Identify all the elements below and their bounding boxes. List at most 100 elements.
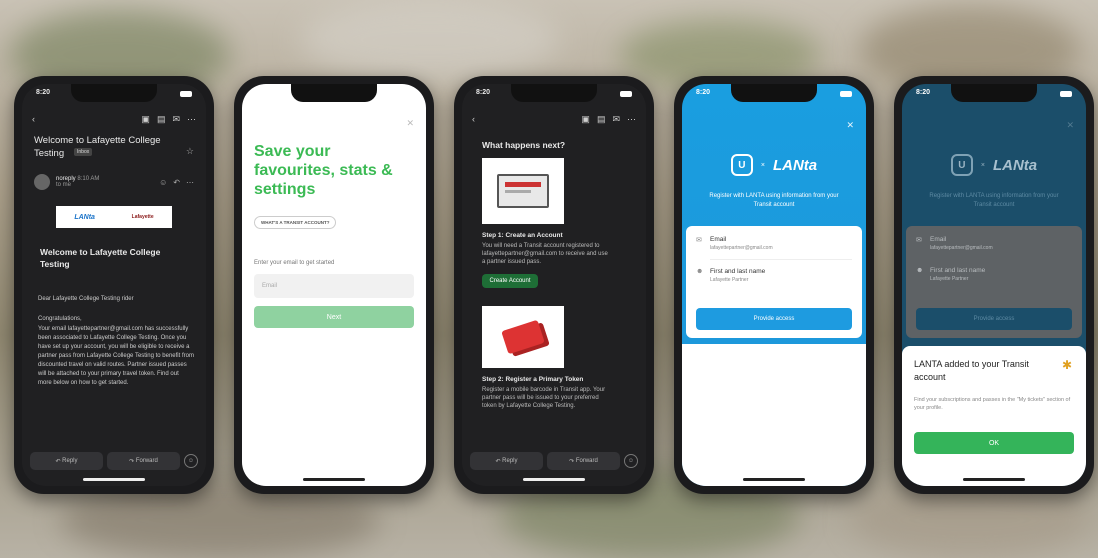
notch	[291, 84, 377, 102]
battery-icon	[620, 91, 632, 97]
home-indicator	[83, 478, 145, 481]
email-label: Email	[710, 236, 727, 243]
status-time: 8:20	[36, 89, 51, 96]
forward-label: Forward	[135, 458, 158, 464]
forward-label: Forward	[575, 458, 598, 464]
screen: 8:20 ✕ U × LANta Register with LANTA usi…	[682, 84, 866, 486]
create-account-button[interactable]: Create Account	[482, 274, 538, 288]
email-prompt: Enter your email to get started	[254, 260, 335, 266]
status-bar: 8:20	[22, 89, 206, 101]
more-icon[interactable]: ⋯	[187, 114, 196, 124]
intro-text: Register with LANTA using information fr…	[709, 193, 839, 208]
more-icon[interactable]: ⋯	[186, 178, 194, 187]
email-body: Your email lafayettepartner@gmail.com ha…	[38, 326, 194, 386]
reply-label: Reply	[62, 458, 78, 464]
status-time: 8:20	[476, 89, 491, 96]
confirmation-sheet: LANTA added to your Transit account ✱ Fi…	[902, 346, 1086, 486]
step1-body: You will need a Transit account register…	[482, 243, 608, 265]
forward-button[interactable]: ↷ Forward	[107, 452, 180, 470]
back-icon[interactable]: ‹	[472, 114, 475, 125]
reply-button[interactable]: ↶ Reply	[30, 452, 103, 470]
sender-time: 8:10 AM	[77, 176, 100, 182]
close-icon[interactable]: ✕	[406, 118, 414, 129]
reply-button[interactable]: ↶ Reply	[470, 452, 543, 470]
email-value: lafayettepartner@gmail.com	[930, 245, 993, 251]
name-value: Lafayette Partner	[710, 277, 749, 283]
email-input[interactable]: Email	[254, 274, 414, 298]
delete-icon[interactable]: ▤	[157, 114, 166, 124]
archive-icon[interactable]: ▣	[581, 114, 590, 124]
archive-icon[interactable]: ▣	[141, 114, 150, 124]
emoji-react-button[interactable]: ☺	[184, 454, 198, 468]
email-banner: LANta Lafayette	[56, 206, 172, 228]
status-bar: 8:20	[902, 89, 1086, 101]
emoji-react-button[interactable]: ☺	[624, 454, 638, 468]
mail-icon[interactable]: ✉	[612, 114, 620, 124]
provide-access-button[interactable]: Provide access	[696, 308, 852, 330]
delete-icon[interactable]: ▤	[597, 114, 606, 124]
card-icon	[501, 319, 545, 355]
screen: 8:20 ✕ U × LANta Register with LANTA usi…	[902, 84, 1086, 486]
home-indicator	[523, 478, 585, 481]
lafayette-logo: Lafayette	[131, 214, 154, 220]
email-actions: ↶ Reply ↷ Forward ☺	[30, 452, 198, 470]
lanta-logo: LANta	[74, 213, 95, 221]
laptop-icon	[497, 174, 549, 208]
screen: 8:20 ‹ ▣ ▤ ✉ ⋯ Welcome to Lafayette College…	[22, 84, 206, 486]
star-icon[interactable]: ☆	[186, 146, 194, 160]
ok-label: OK	[988, 439, 1000, 447]
laptop-illustration	[482, 158, 564, 224]
email-congrats: Congratulations,	[38, 316, 82, 322]
phone-lanta-added: 8:20 ✕ U × LANta Register with LANTA usi…	[894, 76, 1094, 494]
email-label: Email	[930, 236, 947, 243]
email-value: lafayettepartner@gmail.com	[710, 245, 773, 251]
mail-icon[interactable]: ✉	[172, 114, 180, 124]
close-icon[interactable]: ✕	[846, 120, 854, 131]
token-illustration	[482, 306, 564, 368]
screen: ✕ Save your favourites, stats & settings…	[242, 84, 426, 486]
mail-toolbar: ‹ ▣ ▤ ✉ ⋯	[472, 114, 636, 125]
next-label: Next	[326, 313, 342, 321]
whats-transit-account-button[interactable]: WHAT'S A TRANSIT ACCOUNT?	[254, 216, 337, 229]
next-button[interactable]: Next	[254, 306, 414, 328]
plus-icon: ×	[980, 161, 985, 169]
email-placeholder: Email	[262, 283, 278, 289]
intro-text: Register with LANTA using information fr…	[929, 193, 1059, 208]
brand-lockup: U × LANta	[902, 154, 1086, 176]
email-icon: ✉	[916, 237, 922, 244]
reply-label: Reply	[502, 458, 518, 464]
lanta-logo: LANta	[992, 156, 1038, 174]
step1-title: Step 1: Create an Account	[482, 232, 563, 239]
lanta-logo: LANta	[772, 156, 818, 174]
provide-access-label: Provide access	[753, 316, 795, 322]
battery-icon	[1060, 91, 1072, 97]
status-time: 8:20	[916, 89, 931, 96]
transit-logo-icon: U	[730, 154, 753, 176]
reply-icon[interactable]: ↶	[173, 178, 180, 187]
email-icon: ✉	[696, 237, 702, 244]
back-icon[interactable]: ‹	[32, 114, 35, 125]
ok-button[interactable]: OK	[914, 432, 1074, 454]
emoji-icon[interactable]: ☺	[159, 178, 167, 187]
background-building	[300, 0, 560, 80]
name-label: First and last name	[710, 268, 766, 275]
person-icon: ☻	[696, 268, 704, 275]
phone-email-welcome: 8:20 ‹ ▣ ▤ ✉ ⋯ Welcome to Lafayette College…	[14, 76, 214, 494]
screen-body	[682, 344, 866, 486]
sheet-title: LANTA added to your Transit account	[914, 359, 1029, 382]
plus-icon: ×	[760, 161, 765, 169]
more-icon[interactable]: ⋯	[627, 114, 636, 124]
email-actions: ↶ Reply ↷ Forward ☺	[470, 452, 638, 470]
battery-icon	[180, 91, 192, 97]
email-greeting: Dear Lafayette College Testing rider	[38, 296, 134, 302]
section-heading: What happens next?	[482, 140, 566, 150]
step2-title: Step 2: Register a Primary Token	[482, 376, 584, 383]
brand-lockup: U × LANta	[682, 154, 866, 176]
transit-logo-icon: U	[950, 154, 973, 176]
sheet-body: Find your subscriptions and passes in th…	[914, 397, 1071, 411]
provide-access-label: Provide access	[973, 316, 1015, 322]
forward-button[interactable]: ↷ Forward	[547, 452, 620, 470]
status-bar: 8:20	[462, 89, 646, 101]
home-indicator	[743, 478, 805, 481]
step2-body: Register a mobile barcode in Transit app…	[482, 387, 606, 409]
